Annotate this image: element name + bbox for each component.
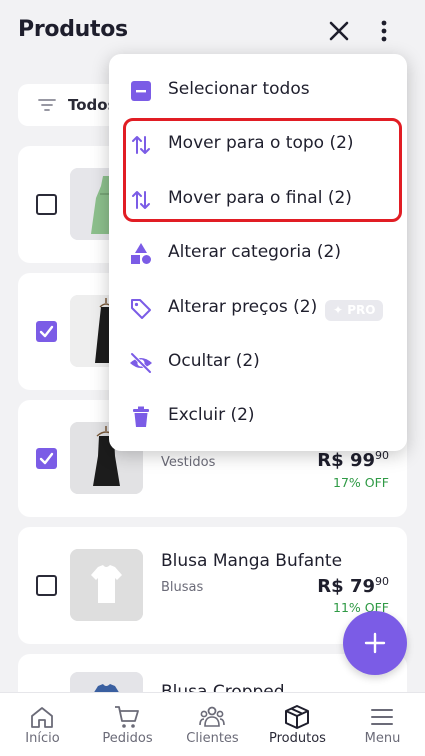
filter-icon (38, 97, 56, 117)
product-category: Vestidos (161, 455, 216, 470)
eye-off-icon (129, 351, 153, 375)
product-name: Blusa Manga Bufante (161, 551, 343, 571)
nav-label: Menu (364, 731, 401, 746)
nav-label: Produtos (269, 731, 326, 746)
product-price: R$ 9990 (317, 449, 389, 471)
app-bar: Produtos (0, 0, 425, 62)
nav-item-clients[interactable]: Clientes (170, 693, 255, 756)
plus-icon (364, 632, 386, 654)
tag-icon (129, 297, 153, 321)
bottom-nav: Início Pedidos Clientes Produtos Menu (0, 692, 425, 756)
menu-item-label: Selecionar todos (168, 79, 310, 99)
menu-item-change-category[interactable]: Alterar categoria (2) (109, 227, 407, 281)
product-thumbnail (70, 549, 143, 621)
menu-item-move-top[interactable]: Mover para o topo (2) (109, 118, 407, 172)
minus-square-icon (129, 79, 153, 103)
product-checkbox[interactable] (36, 575, 57, 596)
bulk-actions-menu: Selecionar todos Mover para o topo (2) M… (109, 54, 407, 451)
product-checkbox[interactable] (36, 448, 57, 469)
discount-badge: 17% OFF (333, 475, 389, 490)
nav-item-orders[interactable]: Pedidos (85, 693, 170, 756)
menu-item-change-prices[interactable]: Alterar preços (2) ✦ PRO (109, 282, 407, 336)
product-price: R$ 7990 (317, 575, 389, 597)
box-icon (285, 705, 309, 729)
menu-item-delete[interactable]: Excluir (2) (109, 390, 407, 444)
menu-item-select-all[interactable]: Selecionar todos (109, 64, 407, 118)
menu-item-label: Ocultar (2) (168, 351, 260, 371)
menu-item-label: Mover para o final (2) (168, 188, 352, 208)
menu-item-label: Alterar categoria (2) (168, 242, 341, 262)
menu-item-label: Mover para o topo (2) (168, 133, 354, 153)
menu-item-label: Excluir (2) (168, 405, 255, 425)
pro-badge: ✦ PRO (325, 300, 384, 321)
more-options-icon[interactable] (372, 16, 396, 46)
menu-item-move-bottom[interactable]: Mover para o final (2) (109, 173, 407, 227)
menu-item-label: Alterar preços (2) (168, 297, 318, 317)
product-checkbox[interactable] (36, 321, 57, 342)
menu-icon (371, 709, 393, 725)
product-checkbox[interactable] (36, 194, 57, 215)
trash-icon (129, 405, 153, 429)
cart-icon (115, 706, 139, 728)
shapes-icon (129, 242, 153, 266)
nav-label: Clientes (186, 731, 239, 746)
close-icon[interactable] (326, 16, 352, 46)
home-icon (31, 707, 53, 728)
add-product-button[interactable] (343, 611, 407, 675)
sparkle-icon: ✦ (333, 303, 348, 317)
users-icon (199, 706, 225, 727)
nav-item-products[interactable]: Produtos (255, 693, 340, 756)
nav-label: Pedidos (102, 731, 153, 746)
product-category: Blusas (161, 580, 204, 595)
nav-item-home[interactable]: Início (0, 693, 85, 756)
sort-arrows-icon (129, 188, 153, 212)
page-title: Produtos (18, 17, 128, 42)
nav-label: Início (25, 731, 60, 746)
sort-arrows-icon (129, 133, 153, 157)
menu-item-hide[interactable]: Ocultar (2) (109, 336, 407, 390)
nav-item-menu[interactable]: Menu (340, 693, 425, 756)
